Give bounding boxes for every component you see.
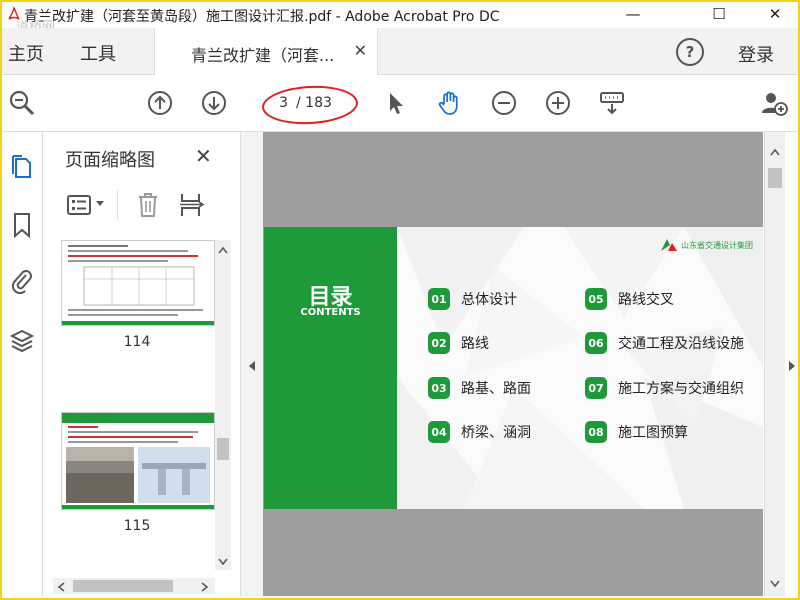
- slide-page: 目录 CONTENTS 山东省交通设计集团 01 总体设计 02 路线 03 路…: [264, 227, 763, 509]
- scroll-down-icon[interactable]: [218, 558, 228, 566]
- thumbnail-label-115: 115: [123, 518, 151, 534]
- toc-item-06[interactable]: 06 交通工程及沿线设施: [585, 331, 744, 355]
- toc-item-04[interactable]: 04 桥梁、涵洞: [428, 420, 531, 444]
- scroll-up-icon[interactable]: [218, 246, 228, 254]
- toc-number: 04: [428, 421, 450, 443]
- right-pane-strip[interactable]: [785, 132, 798, 596]
- panel-splitter[interactable]: [240, 132, 264, 596]
- toc-label: 路基、路面: [461, 381, 531, 397]
- horizontal-scroll-thumb[interactable]: [73, 580, 173, 592]
- page-number-input[interactable]: [258, 91, 288, 115]
- panel-title: 页面缩略图: [65, 150, 155, 171]
- tab-tools[interactable]: 工具: [80, 40, 116, 66]
- toc-item-07[interactable]: 07 施工方案与交通组织: [585, 376, 744, 400]
- toc-number: 08: [585, 421, 607, 443]
- delete-page-icon[interactable]: [137, 192, 159, 218]
- toc-number: 03: [428, 377, 450, 399]
- scroll-right-icon[interactable]: [201, 582, 209, 592]
- document-tab-label: 青兰改扩建（河套...: [191, 46, 335, 65]
- close-tab-icon[interactable]: ✕: [354, 41, 367, 60]
- thumbnail-label-114: 114: [123, 334, 151, 350]
- close-panel-icon[interactable]: ✕: [195, 144, 212, 168]
- toc-label: 路线: [461, 336, 489, 352]
- thumbnail-114-preview: [62, 241, 214, 325]
- expand-right-pane-icon[interactable]: [788, 360, 796, 372]
- document-vertical-scrollbar[interactable]: [764, 132, 785, 596]
- toc-label: 总体设计: [461, 292, 517, 308]
- zoom-out-icon[interactable]: [490, 89, 518, 117]
- previous-page-icon[interactable]: [146, 89, 174, 117]
- toc-label: 桥梁、涵洞: [461, 425, 531, 441]
- thumbnail-scroll-thumb[interactable]: [217, 438, 229, 460]
- thumbnail-page-114[interactable]: [61, 240, 215, 326]
- maximize-button[interactable]: ☐: [696, 2, 742, 26]
- next-page-icon[interactable]: [200, 89, 228, 117]
- login-button[interactable]: 登录: [738, 41, 774, 67]
- thumbnail-options-icon[interactable]: [67, 194, 91, 216]
- document-scroll-thumb[interactable]: [768, 168, 782, 188]
- toc-label: 施工方案与交通组织: [618, 381, 744, 397]
- thumbnail-vertical-scrollbar[interactable]: [215, 240, 231, 570]
- tab-document[interactable]: 青兰改扩建（河套... ✕: [154, 28, 378, 75]
- scroll-down-icon[interactable]: [770, 580, 780, 588]
- keyboard-tools-icon[interactable]: [598, 89, 626, 117]
- title-bar[interactable]: 青兰改扩建（河套至黄岛段）施工图设计汇报.pdf - Adobe Acrobat…: [2, 2, 798, 35]
- toc-label: 交通工程及沿线设施: [618, 336, 744, 352]
- company-logo: 山东省交通设计集团: [660, 237, 753, 253]
- bookmark-icon[interactable]: [10, 212, 34, 238]
- tabs-bar: 主页 工具 青兰改扩建（河套... ✕ ? 登录: [2, 28, 798, 75]
- thumbnail-page-115[interactable]: [61, 412, 215, 510]
- collapse-panel-icon[interactable]: [248, 360, 256, 372]
- toc-number: 01: [428, 288, 450, 310]
- toc-item-02[interactable]: 02 路线: [428, 331, 489, 355]
- add-user-icon[interactable]: [760, 89, 788, 117]
- page-thumbnails-icon[interactable]: [10, 154, 34, 180]
- tab-home[interactable]: 主页: [8, 40, 44, 66]
- toc-label: 施工图预算: [618, 425, 688, 441]
- scroll-up-icon[interactable]: [770, 148, 780, 156]
- thumbnail-panel: 页面缩略图 ✕ 114 115: [43, 132, 239, 596]
- toc-number: 05: [585, 288, 607, 310]
- document-view[interactable]: 目录 CONTENTS 山东省交通设计集团 01 总体设计 02 路线 03 路…: [263, 132, 763, 596]
- company-logo-icon: [661, 239, 677, 251]
- toc-label: 路线交叉: [618, 292, 674, 308]
- thumbnail-list: 114 115: [51, 240, 233, 568]
- zoom-in-icon[interactable]: [544, 89, 572, 117]
- insert-pages-icon[interactable]: [179, 192, 205, 218]
- toc-number: 02: [428, 332, 450, 354]
- select-cursor-icon[interactable]: [382, 89, 410, 117]
- thumbnail-horizontal-scrollbar[interactable]: [53, 578, 215, 594]
- close-window-button[interactable]: ✕: [752, 2, 798, 26]
- zoom-search-icon[interactable]: [8, 89, 36, 117]
- page-total: / 183: [296, 95, 332, 111]
- layers-icon[interactable]: [10, 328, 34, 354]
- chevron-down-icon[interactable]: [95, 200, 105, 208]
- main-toolbar: / 183: [2, 75, 798, 132]
- minimize-button[interactable]: —: [610, 2, 656, 26]
- toc-item-01[interactable]: 01 总体设计: [428, 287, 517, 311]
- company-logo-text: 山东省交通设计集团: [681, 240, 753, 250]
- toc-number: 06: [585, 332, 607, 354]
- attachment-icon[interactable]: [10, 268, 34, 294]
- thumbnail-115-preview: [62, 413, 214, 509]
- scroll-left-icon[interactable]: [57, 582, 65, 592]
- toc-number: 07: [585, 377, 607, 399]
- slide-subheading: CONTENTS: [300, 307, 361, 318]
- toc-item-05[interactable]: 05 路线交叉: [585, 287, 674, 311]
- slide-green-band: [264, 227, 397, 509]
- hand-tool-icon[interactable]: [436, 89, 464, 117]
- panel-toolbar: [63, 190, 233, 220]
- help-icon[interactable]: ?: [676, 38, 704, 66]
- toc-item-08[interactable]: 08 施工图预算: [585, 420, 688, 444]
- window-title: 青兰改扩建（河套至黄岛段）施工图设计汇报.pdf - Adobe Acrobat…: [24, 9, 500, 25]
- navigation-rail: [2, 132, 43, 596]
- toolbar-divider: [117, 190, 118, 220]
- page-navigator: / 183: [258, 91, 348, 117]
- toc-item-03[interactable]: 03 路基、路面: [428, 376, 531, 400]
